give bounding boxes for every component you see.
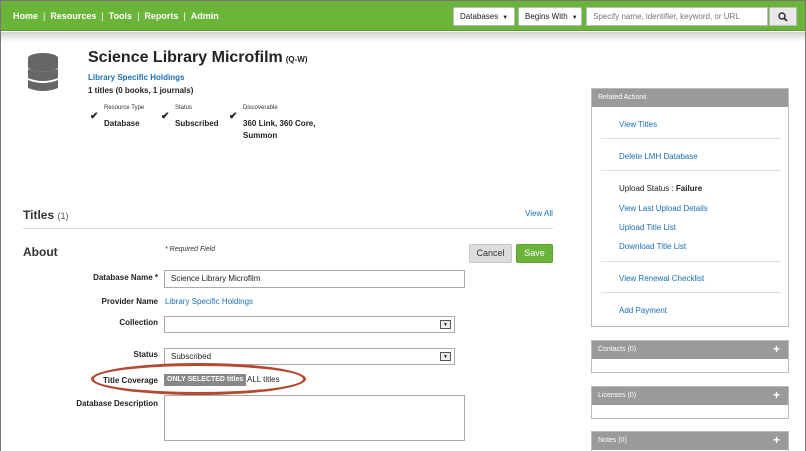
caret-down-icon: ▼ [502, 15, 509, 21]
download-title-list-link[interactable]: Download Title List [619, 242, 686, 251]
description-textarea[interactable] [164, 395, 465, 441]
notes-panel: Notes (0) + [591, 431, 789, 451]
search-input[interactable] [586, 7, 768, 26]
app-frame: Home | Resources | Tools | Reports | Admin Datab… [1, 1, 805, 451]
top-nav: Home | Resources | Tools | Reports | Admin Datab… [1, 1, 805, 31]
check-icon: ✔ [229, 111, 238, 122]
contacts-panel: Contacts (0) + [591, 340, 789, 373]
related-actions-header: Related Actions [592, 89, 788, 107]
licenses-header[interactable]: Licenses (0) + [592, 387, 788, 405]
add-payment-link[interactable]: Add Payment [619, 306, 667, 315]
nav-home[interactable]: Home [13, 11, 38, 21]
contacts-header[interactable]: Contacts (0) + [592, 341, 788, 359]
provider-name-link[interactable]: Library Specific Holdings [165, 297, 253, 306]
description-label: Database Description [76, 399, 158, 408]
view-last-upload-link[interactable]: View Last Upload Details [619, 204, 708, 213]
nav-resources[interactable]: Resources [50, 11, 96, 21]
highlight-annotation [91, 363, 306, 395]
divider [601, 261, 781, 262]
match-mode-select[interactable]: Begins With ▼ [518, 7, 582, 26]
upload-title-list-link[interactable]: Upload Title List [619, 223, 676, 232]
plus-icon[interactable]: + [773, 387, 780, 404]
search-button[interactable] [769, 7, 797, 26]
view-titles-link[interactable]: View Titles [619, 120, 657, 129]
upload-status: Upload Status : Failure [619, 184, 703, 193]
divider [601, 292, 781, 293]
nav-admin[interactable]: Admin [191, 11, 219, 21]
view-all-link[interactable]: View All [525, 209, 553, 218]
provider-link[interactable]: Library Specific Holdings [88, 73, 184, 82]
licenses-panel: Licenses (0) + [591, 386, 789, 419]
plus-icon[interactable]: + [773, 341, 780, 358]
search-icon [778, 12, 788, 22]
dropdown-arrow-icon: ▼ [440, 320, 451, 329]
database-name-label: Database Name * [93, 273, 158, 282]
delete-lmh-database-link[interactable]: Delete LMH Database [619, 152, 698, 161]
database-code: (Q-W) [285, 55, 308, 64]
provider-name-label: Provider Name [101, 297, 158, 306]
database-name-input[interactable]: Science Library Microfilm [164, 270, 465, 288]
divider [23, 228, 553, 229]
required-note: * Required Field [165, 246, 216, 253]
notes-header[interactable]: Notes (0) + [592, 432, 788, 450]
plus-icon[interactable]: + [773, 432, 780, 449]
view-renewal-checklist-link[interactable]: View Renewal Checklist [619, 274, 704, 283]
divider [601, 138, 781, 139]
nav-shadow [1, 32, 805, 42]
nav-reports[interactable]: Reports [144, 11, 178, 21]
divider [601, 170, 781, 171]
titles-count: 1 titles (0 books, 1 journals) [88, 86, 194, 95]
nav-tools[interactable]: Tools [109, 11, 132, 21]
check-icon: ✔ [161, 111, 170, 122]
dropdown-arrow-icon: ▼ [440, 352, 451, 361]
collection-select[interactable]: ▼ [164, 316, 455, 333]
save-button[interactable]: Save [516, 244, 553, 263]
titles-heading: Titles (1) [23, 208, 69, 222]
collection-label: Collection [119, 318, 158, 327]
nav-links: Home | Resources | Tools | Reports | Admin [13, 11, 219, 21]
page-title: Science Library Microfilm (Q-W) [88, 49, 308, 66]
database-icon [28, 53, 58, 91]
cancel-button[interactable]: Cancel [469, 244, 512, 263]
about-heading: About [23, 245, 58, 259]
related-actions-panel: Related Actions View Titles Delete LMH D… [591, 88, 789, 327]
status-label: Status [133, 350, 158, 359]
database-type-select[interactable]: Databases ▼ [453, 7, 515, 26]
caret-down-icon: ▼ [571, 15, 578, 21]
check-icon: ✔ [90, 111, 99, 122]
